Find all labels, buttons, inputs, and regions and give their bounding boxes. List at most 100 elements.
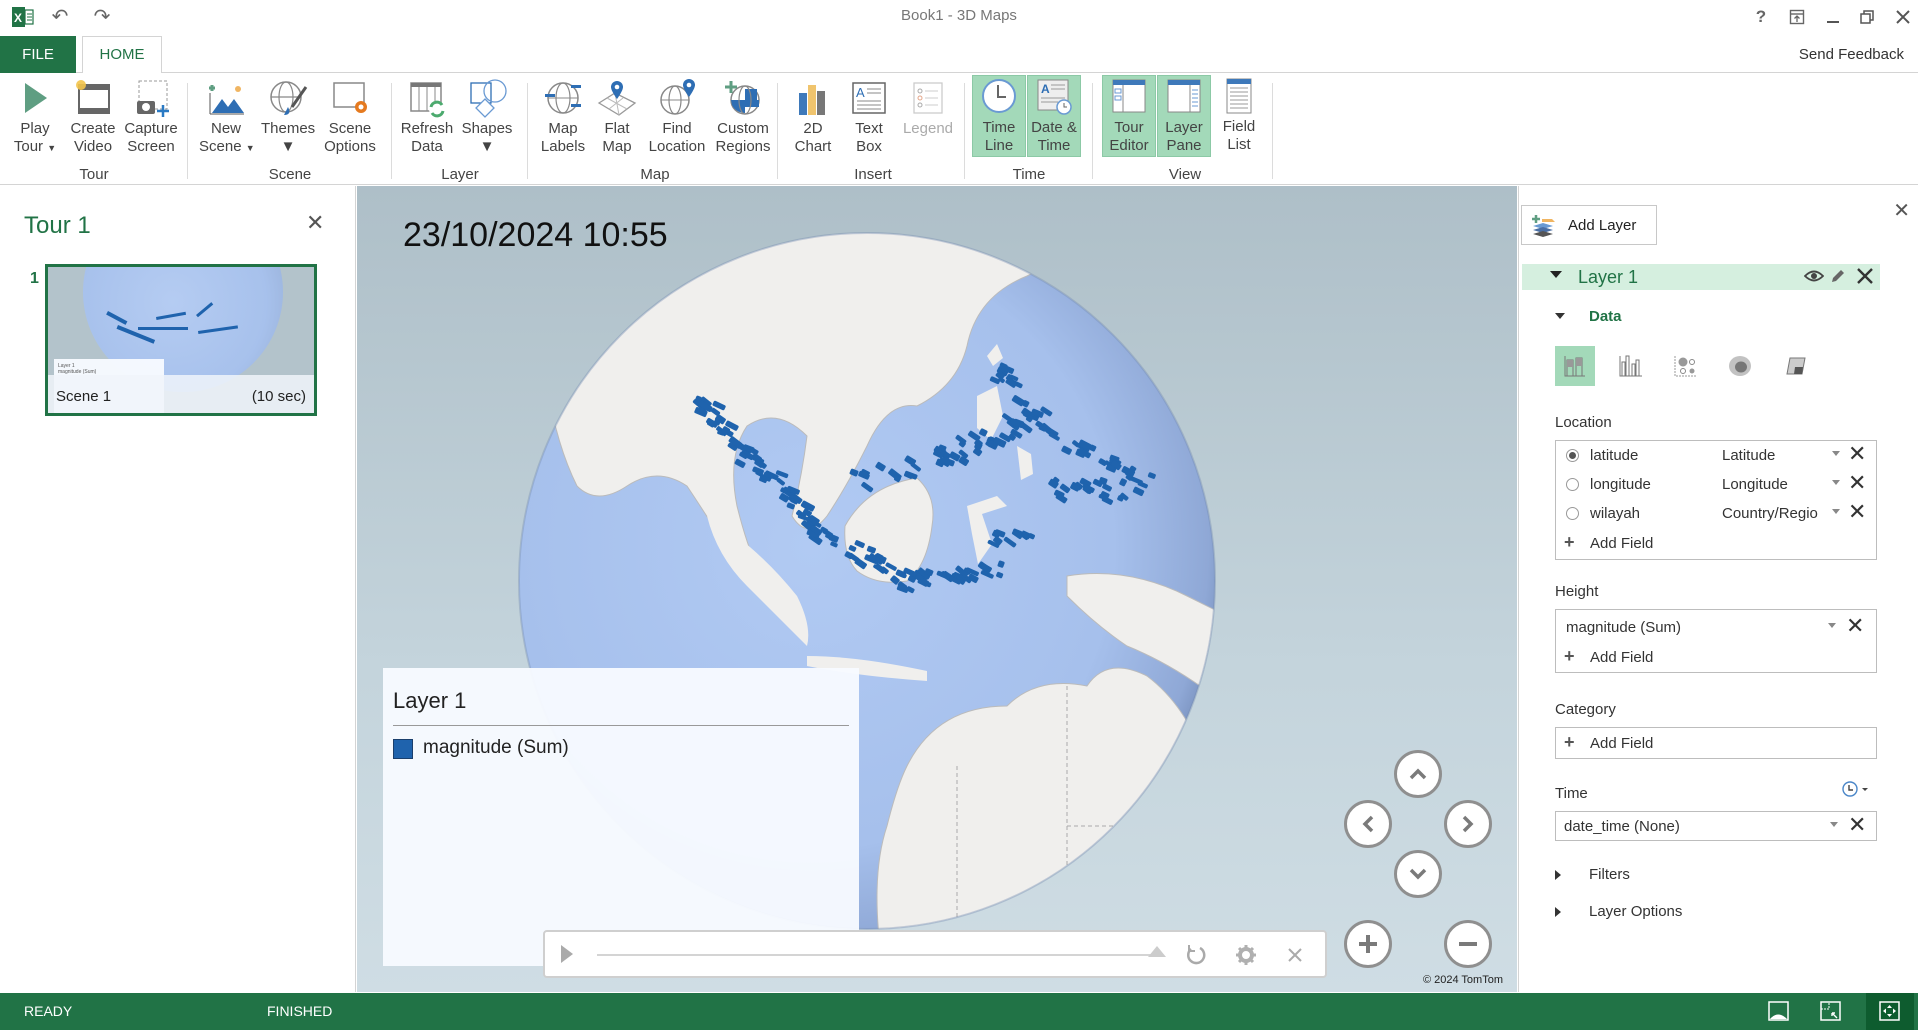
playback-track[interactable] <box>597 954 1157 956</box>
tour-editor-label-1: Tour <box>1114 119 1144 136</box>
collapse-data-icon[interactable] <box>1555 313 1565 319</box>
flat-map-label-2: Map <box>602 138 632 155</box>
map-legend[interactable]: Layer 1 magnitude (Sum) <box>383 668 859 966</box>
flat-map-icon <box>597 81 637 116</box>
location-field-type-select[interactable]: Latitude <box>1722 447 1830 464</box>
remove-field-icon[interactable]: ✕ <box>1848 442 1866 466</box>
field-list-button[interactable]: Field List <box>1212 75 1266 155</box>
add-field-label: Add Field <box>1590 735 1654 752</box>
2d-chart-button[interactable]: 2D Chart <box>786 77 840 157</box>
add-layer-button[interactable]: Add Layer <box>1521 205 1657 245</box>
globe-view-icon[interactable] <box>1758 993 1798 1030</box>
dropdown-arrow-icon[interactable] <box>1828 623 1836 628</box>
capture-screen-button[interactable]: Capture Screen <box>124 77 178 157</box>
location-radio-longitude[interactable] <box>1566 478 1579 491</box>
close-playback-icon[interactable] <box>1287 947 1303 963</box>
refresh-data-button[interactable]: Refresh Data <box>400 77 454 157</box>
map-canvas[interactable]: 23/10/2024 10:55 Layer 1 magnitude (Sum)… <box>357 186 1517 992</box>
group-label-insert: Insert <box>854 166 892 183</box>
repeat-icon[interactable] <box>1185 943 1207 967</box>
screen-region-icon[interactable] <box>1810 993 1850 1030</box>
map-labels-button[interactable]: Map Labels <box>536 77 590 157</box>
tilt-down-button[interactable] <box>1394 850 1442 898</box>
tab-file[interactable]: FILE <box>0 36 76 73</box>
layer-header[interactable]: Layer 1 <box>1522 264 1880 290</box>
location-radio-wilayah[interactable] <box>1566 507 1579 520</box>
text-box-button[interactable]: A Text Box <box>842 77 896 157</box>
tour-title: Tour 1 <box>24 212 91 239</box>
remove-field-icon[interactable]: ✕ <box>1848 471 1866 495</box>
zoom-out-button[interactable] <box>1444 920 1492 968</box>
play-tour-button[interactable]: Play Tour ▼ <box>8 77 62 157</box>
eye-icon[interactable] <box>1804 269 1824 283</box>
chevron-right-icon <box>1462 815 1474 833</box>
play-icon[interactable] <box>559 944 575 964</box>
camera-icon <box>137 80 169 117</box>
create-video-button[interactable]: Create Video <box>66 77 120 157</box>
collapse-layer-icon[interactable] <box>1550 271 1562 278</box>
tour-editor-button[interactable]: Tour Editor <box>1102 75 1156 157</box>
zoom-in-button[interactable] <box>1344 920 1392 968</box>
delete-layer-icon[interactable] <box>1856 267 1874 285</box>
location-field-type-select[interactable]: Country/Regio <box>1722 505 1830 522</box>
close-icon[interactable] <box>1888 4 1918 30</box>
viz-stacked-column-button[interactable] <box>1555 346 1595 386</box>
navigation-icon[interactable] <box>1866 993 1914 1030</box>
pencil-icon[interactable] <box>1830 268 1846 284</box>
layer-pane-button[interactable]: Layer Pane <box>1157 75 1211 157</box>
rotate-right-button[interactable] <box>1444 800 1492 848</box>
time-field-name[interactable]: date_time (None) <box>1564 818 1680 835</box>
location-field-type-select[interactable]: Longitude <box>1722 476 1830 493</box>
close-tour-pane-icon[interactable]: ✕ <box>306 210 324 236</box>
tab-home[interactable]: HOME <box>82 36 162 74</box>
scene-options-button[interactable]: Scene Options <box>323 77 377 157</box>
legend-icon <box>913 82 943 114</box>
playback-scrubber[interactable] <box>1148 946 1166 957</box>
group-divider <box>1092 83 1093 179</box>
group-label-time: Time <box>1012 166 1046 183</box>
remove-field-icon[interactable]: ✕ <box>1848 500 1866 524</box>
group-label-map: Map <box>640 166 670 183</box>
location-radio-latitude[interactable] <box>1566 449 1579 462</box>
category-add-field[interactable]: + Add Field <box>1556 728 1876 757</box>
time-field-row: date_time (None) ✕ <box>1556 812 1876 841</box>
new-scene-button[interactable]: New Scene ▼ <box>199 77 255 157</box>
viz-clustered-column-button[interactable] <box>1610 346 1650 386</box>
themes-button[interactable]: Themes ▼ <box>261 77 315 157</box>
minimize-icon[interactable] <box>1818 4 1848 30</box>
help-icon[interactable]: ? <box>1746 4 1776 30</box>
dropdown-arrow-icon[interactable] <box>1832 509 1840 514</box>
legend-button[interactable]: Legend <box>898 77 958 157</box>
find-location-button[interactable]: Find Location <box>646 77 708 157</box>
viz-bubble-button[interactable] <box>1665 346 1705 386</box>
location-add-field[interactable]: + Add Field <box>1556 528 1876 557</box>
height-field-name[interactable]: magnitude (Sum) <box>1566 619 1681 636</box>
viz-region-button[interactable] <box>1775 346 1815 386</box>
flat-map-button[interactable]: Flat Map <box>590 77 644 157</box>
dropdown-arrow-icon[interactable] <box>1832 480 1840 485</box>
tilt-up-button[interactable] <box>1394 750 1442 798</box>
scene-thumbnail[interactable]: Layer 1 magnitude (Sum) Scene 1 (10 sec) <box>45 264 317 416</box>
map-datetime[interactable]: 23/10/2024 10:55 <box>403 216 668 255</box>
custom-regions-button[interactable]: Custom Regions <box>712 77 774 157</box>
field-list-icon <box>1226 78 1252 114</box>
playback-settings-icon[interactable] <box>1235 944 1257 966</box>
time-settings-icon[interactable] <box>1841 780 1871 798</box>
viz-heat-map-button[interactable] <box>1720 346 1760 386</box>
ribbon-display-icon[interactable] <box>1782 4 1812 30</box>
dropdown-arrow-icon[interactable] <box>1832 451 1840 456</box>
remove-field-icon[interactable]: ✕ <box>1848 813 1866 837</box>
restore-icon[interactable] <box>1852 4 1882 30</box>
dropdown-arrow-icon[interactable] <box>1830 822 1838 827</box>
close-layer-pane-icon[interactable]: ✕ <box>1893 198 1910 223</box>
svg-text:A: A <box>1041 82 1050 96</box>
send-feedback-link[interactable]: Send Feedback <box>1799 46 1904 63</box>
shapes-button[interactable]: Shapes ▼ <box>460 77 514 157</box>
date-time-label-1: Date & <box>1031 119 1077 136</box>
field-list-label-2: List <box>1227 136 1251 153</box>
time-line-button[interactable]: Time Line <box>972 75 1026 157</box>
rotate-left-button[interactable] <box>1344 800 1392 848</box>
remove-field-icon[interactable]: ✕ <box>1846 614 1864 638</box>
date-time-button[interactable]: A Date & Time <box>1027 75 1081 157</box>
height-add-field[interactable]: + Add Field <box>1556 642 1876 671</box>
